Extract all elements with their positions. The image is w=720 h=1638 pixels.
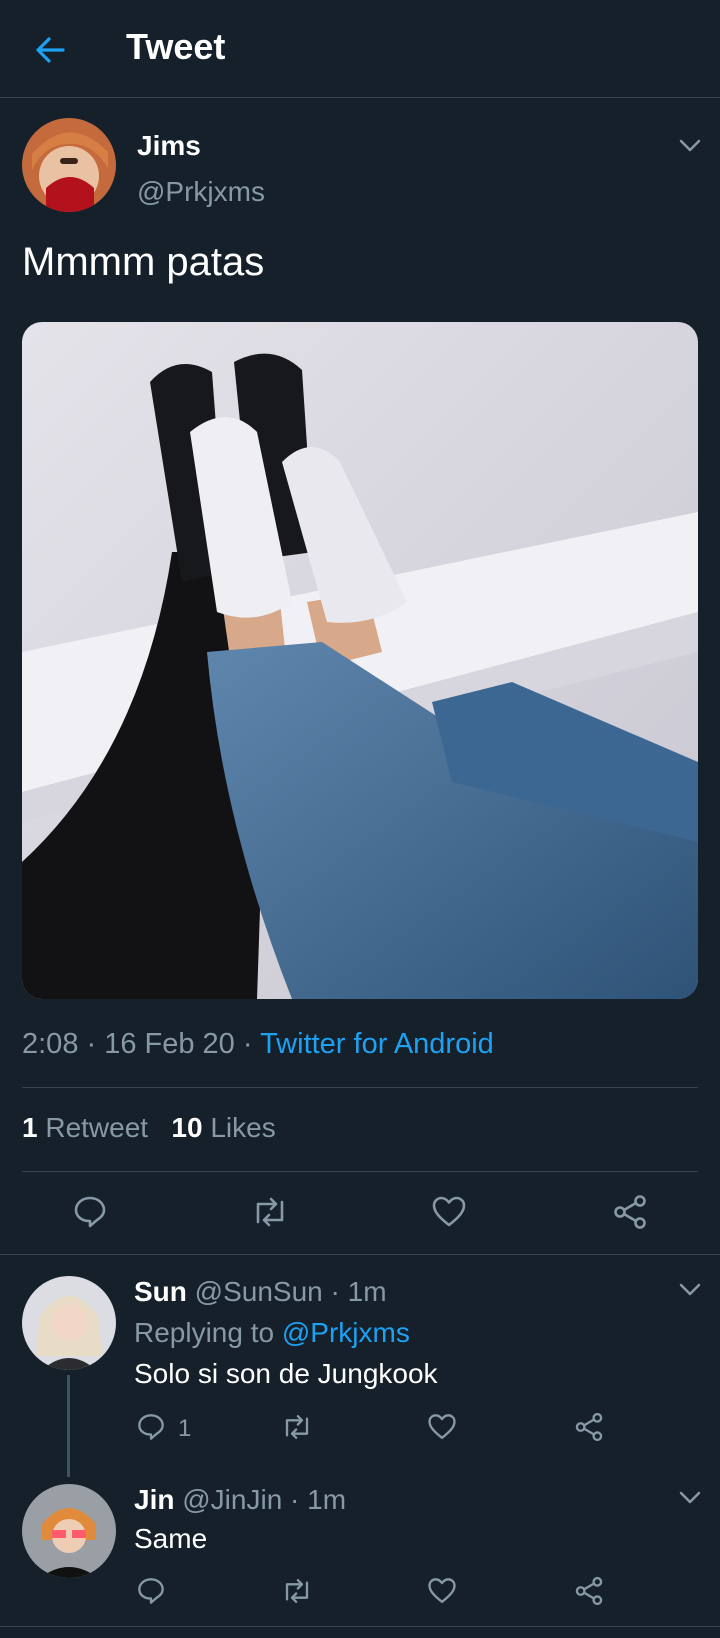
chevron-down-icon[interactable]	[677, 1488, 703, 1506]
author-handle[interactable]: @Prkjxms	[137, 176, 265, 208]
chevron-down-icon[interactable]	[677, 1280, 703, 1298]
share-icon[interactable]	[574, 1576, 604, 1606]
retweet-icon[interactable]	[250, 1194, 290, 1230]
reply-name[interactable]: Sun	[134, 1276, 187, 1307]
likes-stat[interactable]: 10 Likes	[171, 1112, 275, 1143]
top-bar: Tweet	[0, 0, 720, 98]
like-icon[interactable]	[431, 1194, 467, 1230]
likes-label: Likes	[210, 1112, 276, 1143]
divider	[22, 1171, 698, 1172]
divider	[0, 1626, 720, 1627]
tweet-timestamp: 2:08 · 16 Feb 20 · Twitter for Android	[22, 1028, 494, 1061]
back-arrow-icon[interactable]	[30, 30, 70, 70]
tweet-photo[interactable]	[22, 322, 698, 999]
likes-count: 10	[171, 1112, 203, 1143]
retweets-count: 1	[22, 1112, 38, 1143]
reply-handle-time: @SunSun · 1m	[194, 1276, 387, 1307]
tweet-text: Mmmm patas	[22, 240, 265, 284]
replying-to: Replying to @Prkjxms	[134, 1317, 410, 1349]
author-name[interactable]: Jims	[137, 130, 201, 162]
reply-count: 1	[178, 1415, 192, 1442]
reply-text: Same	[134, 1523, 208, 1554]
reply-avatar[interactable]	[22, 1276, 116, 1370]
reply-text: Solo si son de Jungkook	[134, 1358, 438, 1389]
reply-handle-time: @JinJin · 1m	[182, 1484, 347, 1515]
retweets-stat[interactable]: 1 Retweet	[22, 1112, 148, 1143]
reply-avatar[interactable]	[22, 1484, 116, 1578]
replying-handle-link[interactable]: @Prkjxms	[282, 1317, 410, 1348]
like-icon[interactable]	[427, 1412, 457, 1442]
like-icon[interactable]	[427, 1576, 457, 1606]
replying-prefix: Replying to	[134, 1317, 282, 1348]
divider	[22, 1087, 698, 1088]
chevron-down-icon[interactable]	[677, 136, 703, 154]
reply-icon[interactable]	[136, 1576, 166, 1606]
thread-line	[67, 1375, 70, 1477]
share-icon[interactable]	[574, 1412, 604, 1442]
retweet-icon[interactable]	[280, 1412, 314, 1442]
tweet-stats: 1 Retweet 10 Likes	[22, 1112, 276, 1144]
retweet-icon[interactable]	[280, 1576, 314, 1606]
page-title: Tweet	[126, 26, 226, 67]
retweets-label: Retweet	[45, 1112, 149, 1143]
reply-icon[interactable]	[72, 1194, 108, 1230]
divider	[0, 1254, 720, 1255]
tweet-time-date: 2:08 · 16 Feb 20 ·	[22, 1028, 261, 1060]
share-icon[interactable]	[612, 1194, 648, 1230]
reply-name[interactable]: Jin	[134, 1484, 174, 1515]
reply-header: Jin @JinJin · 1m	[134, 1484, 346, 1516]
reply-header: Sun @SunSun · 1m	[134, 1276, 387, 1308]
reply-icon[interactable]	[136, 1412, 166, 1442]
author-avatar[interactable]	[22, 118, 116, 212]
tweet-source-link[interactable]: Twitter for Android	[260, 1028, 494, 1060]
